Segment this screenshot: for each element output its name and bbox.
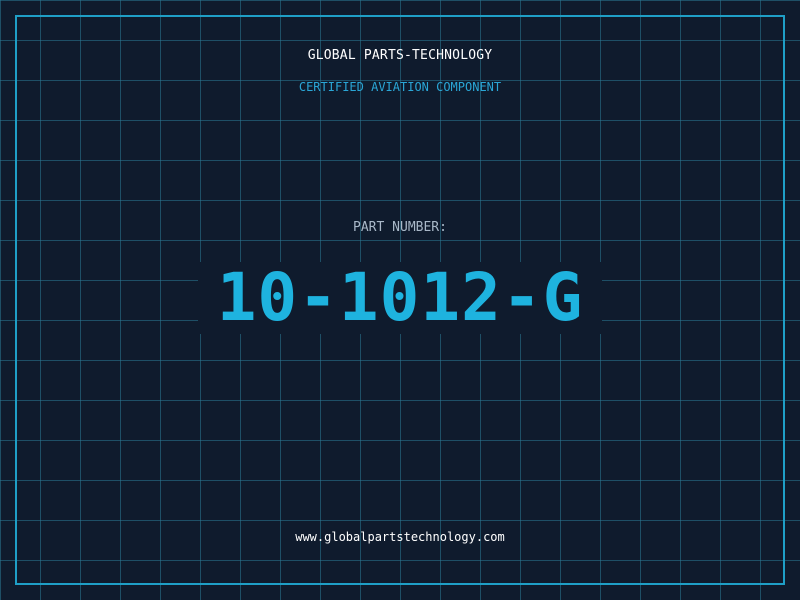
website-url: www.globalpartstechnology.com: [295, 530, 505, 544]
part-label-card: GLOBAL PARTS-TECHNOLOGY CERTIFIED AVIATI…: [0, 0, 800, 600]
part-number-value: 10-1012-G: [216, 259, 584, 336]
company-name: GLOBAL PARTS-TECHNOLOGY: [307, 48, 493, 63]
certification-subtitle: CERTIFIED AVIATION COMPONENT: [298, 80, 502, 94]
part-number-label: PART NUMBER:: [353, 220, 447, 235]
